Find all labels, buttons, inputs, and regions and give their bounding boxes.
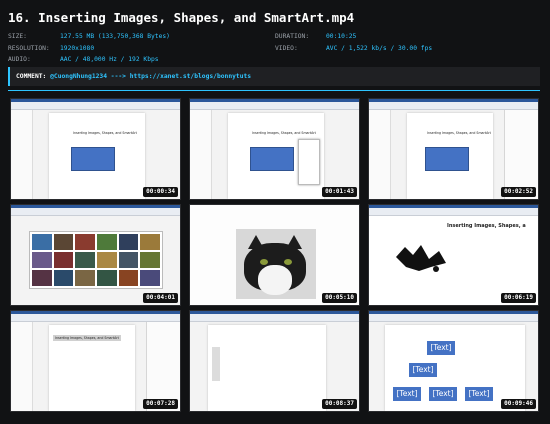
side-panel bbox=[504, 110, 538, 199]
cat-eye bbox=[284, 259, 292, 265]
format-popup bbox=[298, 139, 320, 185]
timestamp: 00:02:52 bbox=[501, 187, 536, 197]
smartart-node: [Text] bbox=[409, 363, 437, 377]
meta-value: 127.55 MB (133,750,368 Bytes) bbox=[60, 33, 170, 40]
separator-line bbox=[8, 90, 540, 91]
rectangle-shape bbox=[425, 147, 469, 171]
thumbnail[interactable]: Inserting Images, Shapes, and SmartArt 0… bbox=[189, 98, 360, 200]
video-title: 16. Inserting Images, Shapes, and SmartA… bbox=[8, 10, 355, 25]
list-block bbox=[212, 347, 220, 381]
meta-key: DURATION: bbox=[275, 33, 310, 40]
smartart-node: [Text] bbox=[427, 341, 455, 355]
comment-text: @CuongNhung1234 ---> https://xanet.st/bl… bbox=[50, 73, 252, 80]
thumbnail[interactable]: Inserting Images, Shapes, and SmartArt 0… bbox=[368, 98, 539, 200]
meta-duration: DURATION: 00:10:25 bbox=[275, 31, 432, 43]
document-title: Inserting Images, Shapes, and SmartArt bbox=[427, 131, 491, 135]
thumbnail[interactable]: Inserting Images, Shapes, and SmartArt 0… bbox=[10, 310, 181, 412]
document-page: Inserting Images, Shapes, and SmartArt bbox=[49, 113, 145, 199]
timestamp: 00:05:10 bbox=[322, 293, 357, 303]
image-gallery bbox=[29, 231, 163, 289]
cat-eye bbox=[260, 259, 268, 265]
word-ribbon bbox=[369, 99, 538, 110]
meta-value: AVC / 1,522 kb/s / 30.00 fps bbox=[326, 44, 433, 52]
thumbnail[interactable]: 00:04:01 bbox=[10, 204, 181, 306]
meta-left: SIZE: 127.55 MB (133,750,368 Bytes) RESO… bbox=[8, 31, 170, 66]
word-ribbon bbox=[369, 205, 538, 216]
meta-audio: AUDIO: AAC / 48,000 Hz / 192 Kbps bbox=[8, 54, 170, 66]
document-title: Inserting Images, Shapes, and SmartArt bbox=[252, 131, 316, 135]
meta-value: 1920x1080 bbox=[60, 44, 95, 52]
document-page bbox=[208, 325, 326, 411]
thumbnail[interactable]: Inserting Images, Shapes, and SmartArt 0… bbox=[10, 98, 181, 200]
timestamp: 00:09:46 bbox=[501, 399, 536, 409]
meta-value: AAC / 48,000 Hz / 192 Kbps bbox=[60, 56, 159, 63]
nav-pane bbox=[11, 322, 33, 411]
document-title: Inserting Images, Shapes, and SmartArt bbox=[53, 335, 121, 341]
document-title: Inserting Images, Shapes, and SmartArt bbox=[73, 131, 137, 135]
thumbnail[interactable]: 00:05:10 bbox=[189, 204, 360, 306]
rectangle-shape bbox=[250, 147, 294, 171]
word-ribbon bbox=[11, 99, 180, 110]
document-page: Inserting Images, Shapes, and SmartArt bbox=[49, 325, 135, 411]
timestamp: 00:04:01 bbox=[143, 293, 178, 303]
thumbnail[interactable]: [Text] [Text] [Text] [Text] [Text] 00:09… bbox=[368, 310, 539, 412]
meta-resolution: RESOLUTION: 1920x1080 bbox=[8, 43, 170, 55]
meta-key: VIDEO: bbox=[275, 44, 298, 52]
comment-label: COMMENT: bbox=[16, 73, 47, 80]
timestamp: 00:00:34 bbox=[143, 187, 178, 197]
meta-right: DURATION: 00:10:25 VIDEO: AVC / 1,522 kb… bbox=[275, 31, 432, 54]
timestamp: 00:08:37 bbox=[322, 399, 357, 409]
timestamp: 00:07:28 bbox=[143, 399, 178, 409]
nav-pane bbox=[369, 110, 391, 199]
document-title-large: Inserting Images, Shapes, a bbox=[447, 223, 526, 229]
meta-key: RESOLUTION: bbox=[8, 44, 50, 52]
word-ribbon bbox=[11, 311, 180, 322]
thumbnail-grid: Inserting Images, Shapes, and SmartArt 0… bbox=[10, 98, 540, 412]
meta-value: 00:10:25 bbox=[326, 33, 357, 40]
smartart-node: [Text] bbox=[393, 387, 421, 401]
document-page: Inserting Images, Shapes, and SmartArt bbox=[407, 113, 493, 199]
nav-pane bbox=[11, 110, 33, 199]
smartart-node: [Text] bbox=[429, 387, 457, 401]
word-ribbon bbox=[11, 205, 180, 216]
inserted-image bbox=[396, 245, 446, 272]
cat-image bbox=[236, 229, 316, 299]
timestamp: 00:06:19 bbox=[501, 293, 536, 303]
meta-video: VIDEO: AVC / 1,522 kb/s / 30.00 fps bbox=[275, 43, 432, 55]
comment-bar: COMMENT: @CuongNhung1234 ---> https://xa… bbox=[8, 67, 540, 86]
nav-pane bbox=[190, 110, 212, 199]
word-ribbon bbox=[190, 311, 359, 322]
word-ribbon bbox=[190, 99, 359, 110]
cat-face bbox=[258, 265, 292, 295]
smartart-node: [Text] bbox=[465, 387, 493, 401]
thumbnail[interactable]: 00:08:37 bbox=[189, 310, 360, 412]
word-ribbon bbox=[369, 311, 538, 322]
meta-size: SIZE: 127.55 MB (133,750,368 Bytes) bbox=[8, 31, 170, 43]
meta-key: AUDIO: bbox=[8, 56, 31, 63]
timestamp: 00:01:43 bbox=[322, 187, 357, 197]
meta-key: SIZE: bbox=[8, 33, 27, 40]
rectangle-shape bbox=[71, 147, 115, 171]
side-panel bbox=[146, 322, 180, 411]
thumbnail[interactable]: Inserting Images, Shapes, a 00:06:19 bbox=[368, 204, 539, 306]
